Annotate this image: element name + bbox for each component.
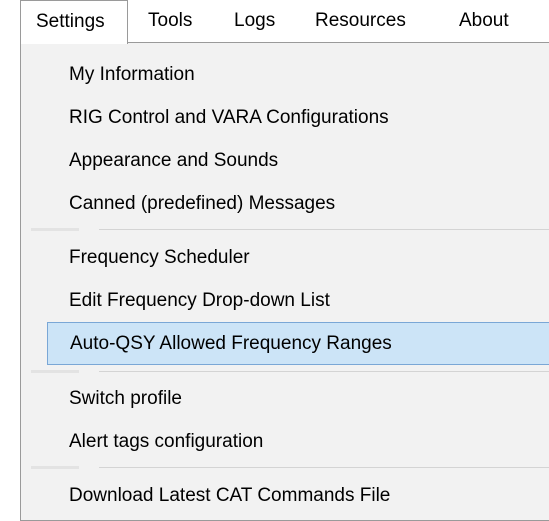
menu-item-appearance-sounds[interactable]: Appearance and Sounds: [21, 139, 549, 182]
menu-bar: Settings Tools Logs Resources About: [20, 0, 549, 44]
menu-item-label: My Information: [69, 64, 195, 85]
menu-separator: [99, 467, 549, 468]
menu-item-label: Auto-QSY Allowed Frequency Ranges: [70, 333, 392, 354]
separator-marker: [31, 228, 79, 231]
menu-about[interactable]: About: [459, 0, 509, 42]
menu-about-label: About: [459, 10, 509, 31]
menu-item-download-cat-commands[interactable]: Download Latest CAT Commands File: [21, 474, 549, 517]
menu-item-alert-tags[interactable]: Alert tags configuration: [21, 420, 549, 463]
menu-settings-label: Settings: [36, 11, 105, 32]
menu-item-canned-messages[interactable]: Canned (predefined) Messages: [21, 182, 549, 225]
menu-item-label: Edit Frequency Drop-down List: [69, 290, 330, 311]
menu-item-label: Appearance and Sounds: [69, 150, 279, 171]
menu-item-label: Frequency Scheduler: [69, 247, 250, 268]
separator-marker: [31, 370, 79, 373]
menu-settings[interactable]: Settings: [20, 0, 128, 44]
menu-logs-label: Logs: [234, 10, 276, 31]
separator-marker: [31, 466, 79, 469]
menu-item-rig-control[interactable]: RIG Control and VARA Configurations: [21, 96, 549, 139]
menu-item-label: Switch profile: [69, 388, 182, 409]
menu-tools[interactable]: Tools: [148, 0, 192, 42]
menu-resources-label: Resources: [315, 10, 406, 31]
menu-item-label: Download Latest CAT Commands File: [69, 485, 391, 506]
menu-tools-label: Tools: [148, 10, 193, 31]
menu-separator: [99, 229, 549, 230]
menu-logs[interactable]: Logs: [234, 0, 275, 42]
menu-item-switch-profile[interactable]: Switch profile: [21, 377, 549, 420]
menu-item-label: Canned (predefined) Messages: [69, 193, 336, 214]
menu-item-auto-qsy-ranges[interactable]: Auto-QSY Allowed Frequency Ranges: [47, 322, 549, 365]
menu-separator: [99, 371, 549, 372]
menu-item-my-information[interactable]: My Information: [21, 53, 549, 96]
menu-item-edit-frequency-list[interactable]: Edit Frequency Drop-down List: [21, 279, 549, 322]
menu-item-label: RIG Control and VARA Configurations: [69, 107, 389, 128]
menu-resources[interactable]: Resources: [315, 0, 406, 42]
settings-dropdown-menu: My Information RIG Control and VARA Conf…: [20, 42, 549, 521]
menu-item-label: Alert tags configuration: [69, 431, 264, 452]
menu-item-frequency-scheduler[interactable]: Frequency Scheduler: [21, 236, 549, 279]
app-root: Settings Tools Logs Resources About My I…: [0, 0, 549, 521]
